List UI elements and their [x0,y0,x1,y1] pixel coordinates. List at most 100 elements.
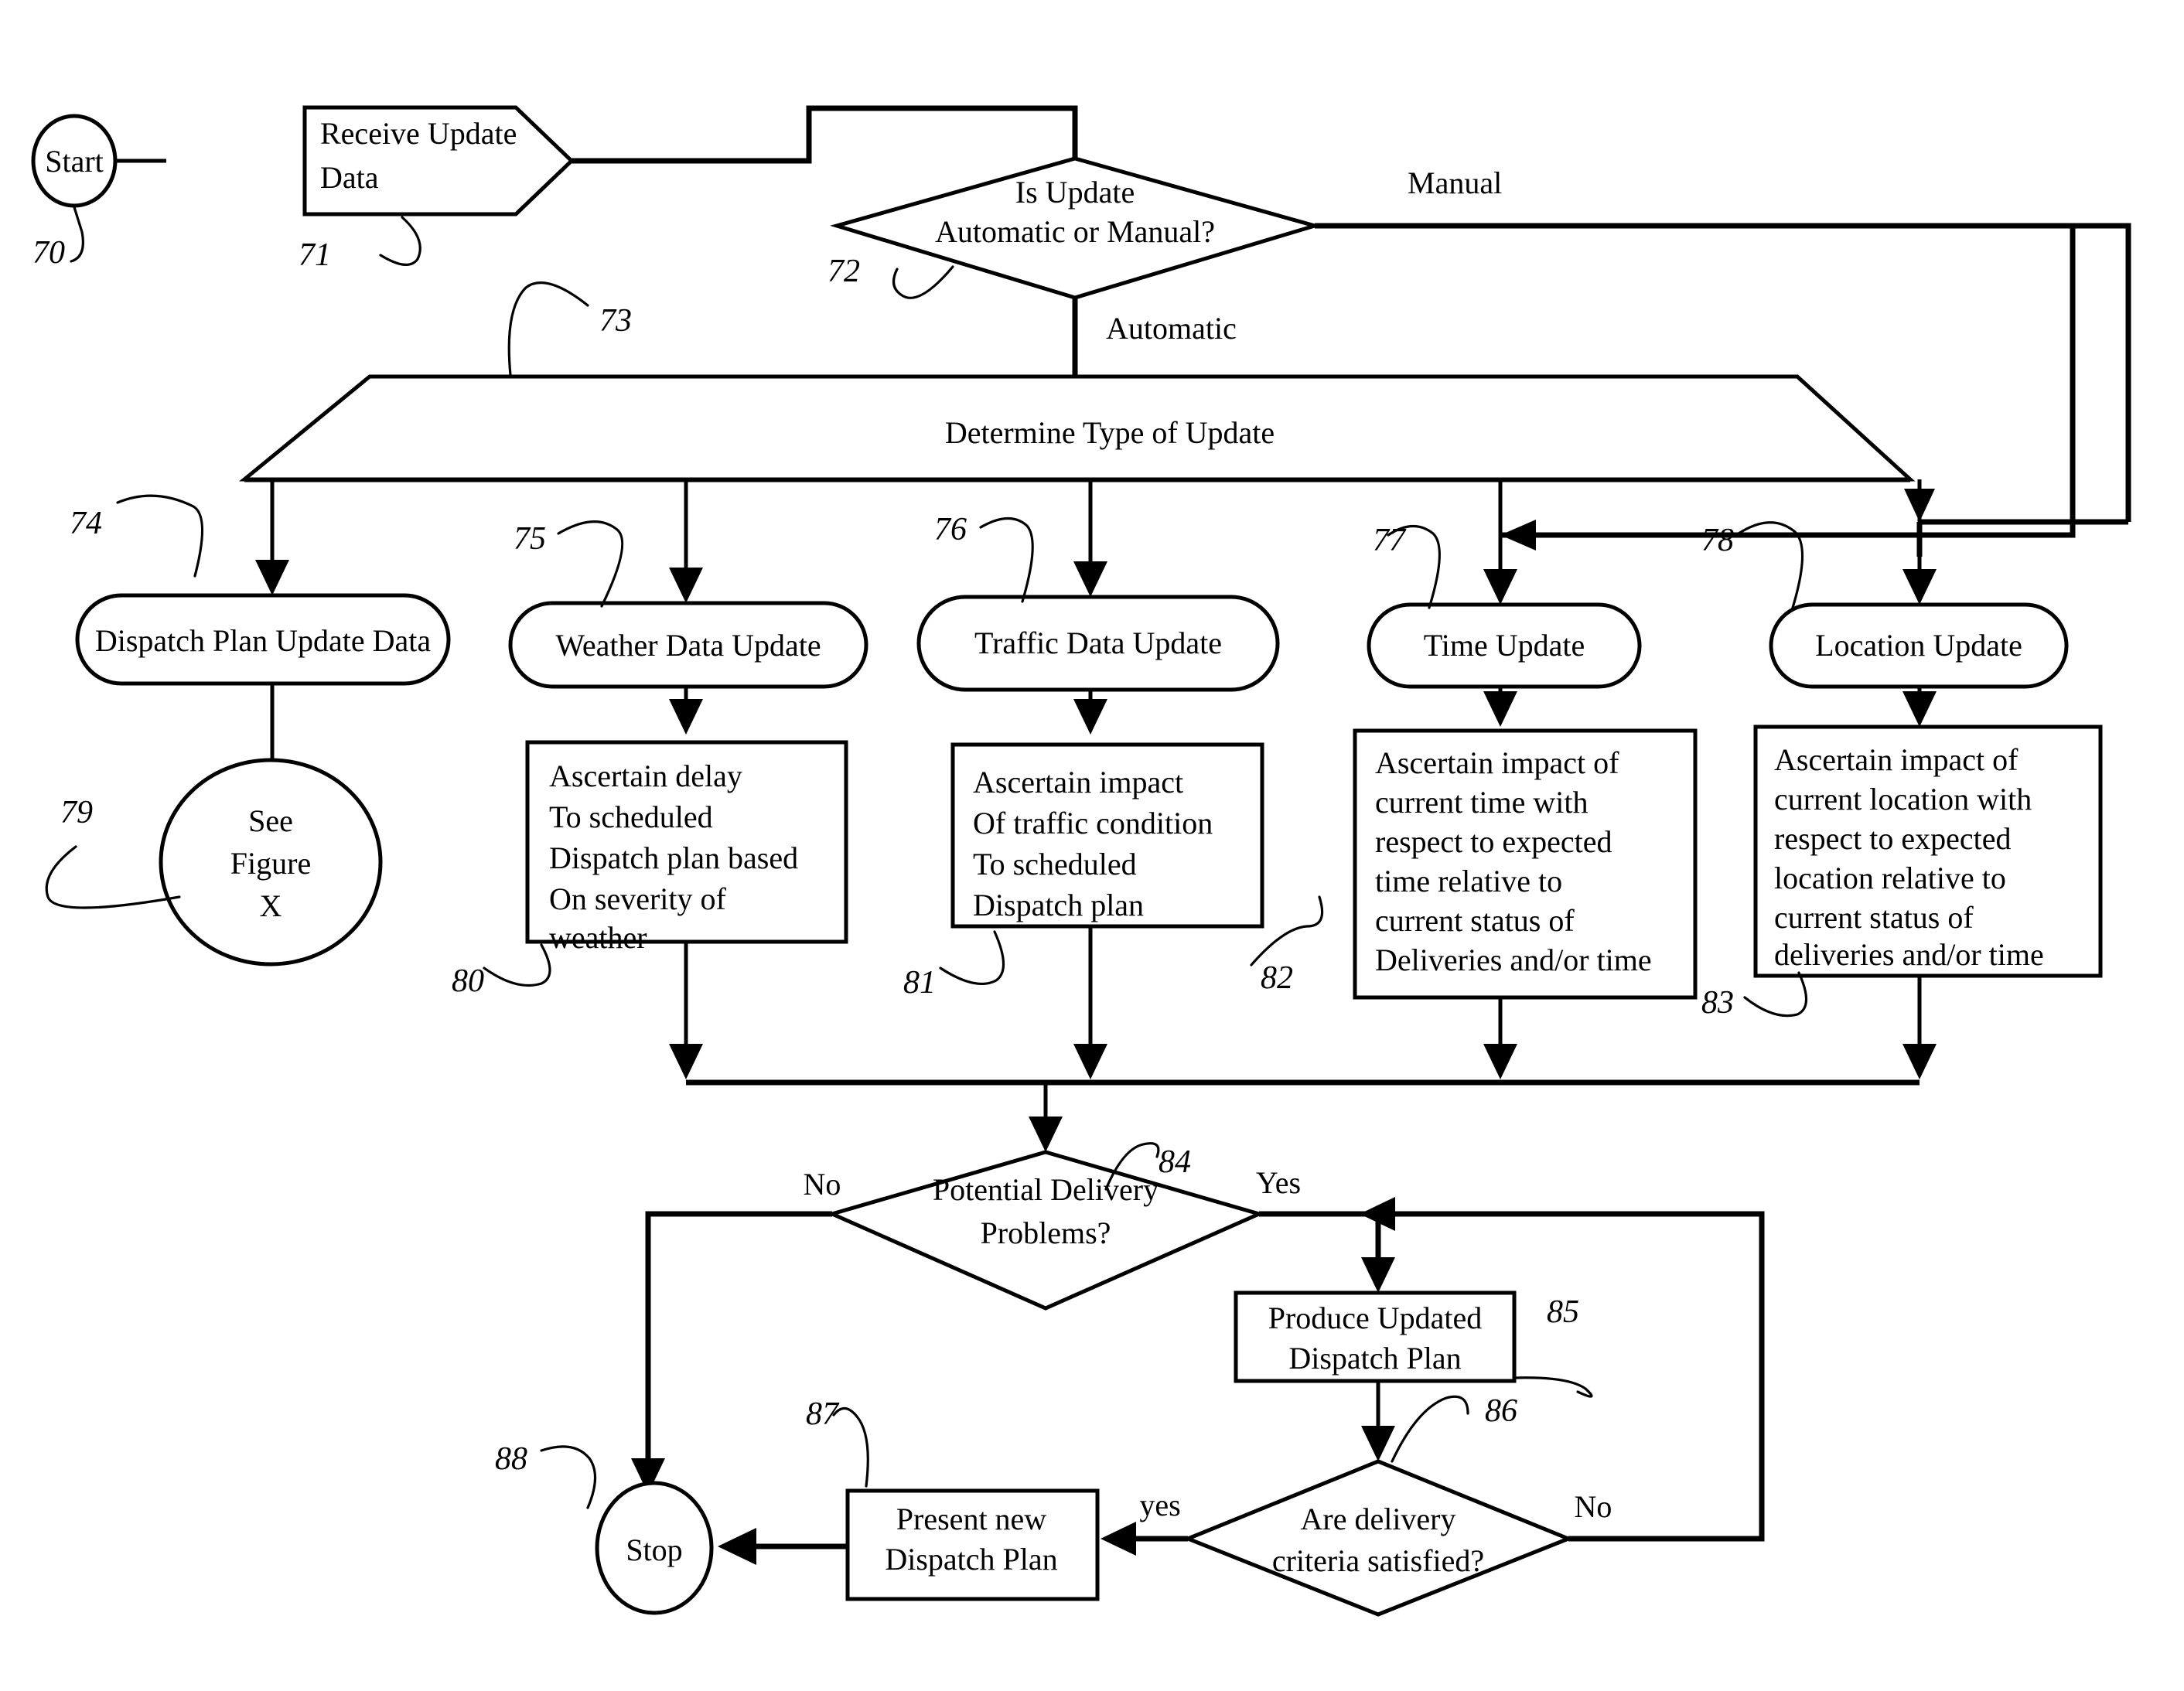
time-detail-line-1: current time with [1375,785,1588,820]
node-dispatch-plan-update-data-label: Dispatch Plan Update Data [95,623,432,658]
leader-72 [892,265,954,299]
node-start-label: Start [45,144,104,179]
ref-numeral-78: 78 [1701,523,1734,558]
arrowhead-problems [1029,1117,1063,1152]
arrowhead-time-detail [1483,691,1517,727]
arrowhead-time [1483,569,1517,605]
ref-numeral-88: 88 [495,1441,527,1477]
time-detail-line-5: Deliveries and/or time [1375,943,1652,977]
ref-numeral-84: 84 [1159,1144,1191,1180]
time-detail-line-3: time relative to [1375,864,1562,898]
decision-problems-line1: Potential Delivery [933,1172,1159,1207]
location-detail-line-1: current location with [1774,782,2032,817]
decision-criteria-line1: Are delivery [1300,1502,1455,1536]
traffic-detail-line-1: Of traffic condition [973,806,1213,840]
ref-numeral-76: 76 [934,512,967,547]
arrowhead-traffic [1073,561,1107,597]
leader-81 [939,930,1005,986]
weather-detail-line-2: Dispatch plan based [549,840,798,875]
leader-87 [832,1406,869,1488]
weather-detail-line-0: Ascertain delay [549,759,742,793]
node-receive-label-line2: Data [320,160,379,195]
arrowhead-81-merge [1073,1044,1107,1079]
arrowhead-yes-present [1101,1522,1136,1556]
location-detail-line-2: respect to expected [1774,821,2012,856]
figure-canvas: Start Receive Update Data Is Update Auto… [0,0,2184,1691]
leader-70 [70,206,84,263]
leader-76 [979,517,1034,603]
edge-problems-yes-to-produce [1259,1211,1381,1268]
arrowhead-dispatch [255,560,289,595]
node-time-update-label: Time Update [1424,628,1585,663]
traffic-detail-line-0: Ascertain impact [973,765,1183,799]
produce-plan-line1: Produce Updated [1268,1301,1483,1335]
leader-83 [1743,971,1808,1018]
node-decision-auto-manual-line1: Is Update [1015,175,1135,210]
arrowhead-produce-criteria [1361,1426,1395,1461]
present-plan-line2: Dispatch Plan [885,1542,1057,1577]
edge-problems-no-to-stop [645,1211,832,1469]
node-see-figure-line1: See [248,803,293,838]
node-decision-delivery-criteria[interactable] [1182,1459,1574,1617]
ref-numeral-79: 79 [60,795,93,830]
arrowhead-yes-produce [1361,1257,1395,1293]
leader-75 [557,520,624,608]
arrowhead-82-merge [1483,1044,1517,1079]
node-location-update-label: Location Update [1815,628,2022,663]
edge-label-criteria-no: No [1575,1489,1612,1524]
node-see-figure-line2: Figure [230,846,311,881]
location-detail-line-5: deliveries and/or time [1774,937,2044,972]
decision-problems-line2: Problems? [981,1215,1111,1250]
edge-label-manual: Manual [1408,165,1502,200]
location-detail-line-4: current status of [1774,900,1974,935]
leader-85 [1513,1376,1593,1398]
ref-numeral-75: 75 [514,521,546,557]
arrowhead-traffic-detail [1073,699,1107,735]
arrowhead-weather [669,568,703,603]
edge-label-criteria-yes: yes [1139,1488,1180,1522]
traffic-detail-line-2: To scheduled [973,847,1137,881]
ref-numeral-71: 71 [299,237,331,273]
ref-numeral-86: 86 [1485,1393,1517,1429]
location-detail-line-0: Ascertain impact of [1774,742,2018,777]
leader-73 [507,281,589,377]
node-weather-data-update-label: Weather Data Update [555,628,821,663]
node-see-figure-line3: X [260,888,282,923]
ref-numeral-80: 80 [452,963,484,999]
ref-numeral-70: 70 [32,235,65,271]
ref-numeral-72: 72 [828,254,860,289]
arrowhead-present-stop [718,1528,756,1565]
node-determine-label: Determine Type of Update [945,415,1275,450]
arrowhead-location-detail [1902,691,1937,727]
produce-plan-line2: Dispatch Plan [1288,1341,1461,1376]
weather-detail-line-4: weather [549,920,647,955]
ref-numeral-83: 83 [1701,985,1734,1021]
arrowhead-location [1902,569,1937,605]
arrowhead-80-merge [669,1044,703,1079]
ref-numeral-81: 81 [903,965,936,1001]
arrowhead-weather-detail [669,699,703,735]
node-traffic-data-update-label: Traffic Data Update [974,626,1222,660]
leader-71 [379,216,421,266]
node-stop-label: Stop [626,1532,682,1567]
time-detail-line-4: current status of [1375,903,1575,938]
arrowhead-83-merge [1902,1044,1937,1079]
location-detail-line-3: location relative to [1774,861,2006,895]
leader-86 [1391,1395,1469,1463]
ref-numeral-73: 73 [599,303,632,339]
arrowhead-manual-time [1500,520,1536,551]
decision-criteria-line2: criteria satisfied? [1272,1543,1484,1578]
time-detail-line-0: Ascertain impact of [1375,745,1619,780]
leader-74 [116,494,204,578]
ref-numeral-74: 74 [70,506,102,541]
ref-numeral-82: 82 [1261,960,1293,996]
node-decision-auto-manual-line2: Automatic or Manual? [935,214,1215,249]
weather-detail-line-1: To scheduled [549,799,713,834]
node-receive-label-line1: Receive Update [320,116,517,151]
ref-numeral-85: 85 [1547,1294,1579,1330]
leader-80 [483,943,551,987]
edge-label-problems-no: No [804,1167,841,1202]
time-detail-line-2: respect to expected [1375,824,1612,859]
leader-88 [540,1445,597,1509]
weather-detail-line-3: On severity of [549,881,727,916]
